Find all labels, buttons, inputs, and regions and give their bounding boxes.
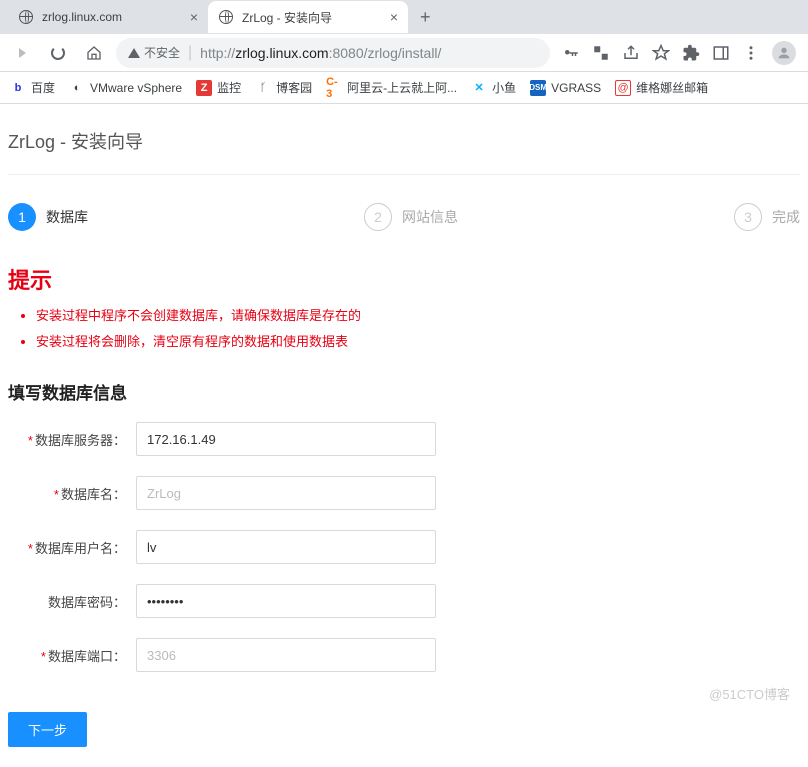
step-number: 2 bbox=[364, 203, 392, 231]
menu-icon[interactable] bbox=[742, 44, 760, 62]
security-label: 不安全 bbox=[144, 44, 180, 61]
form-row-dbname: *数据库名： bbox=[8, 476, 800, 510]
bookmarks-bar: b 百度 ◐ VMware vSphere Z 监控 ᚴ 博客园 C-3 阿里云… bbox=[0, 72, 808, 104]
profile-avatar[interactable] bbox=[772, 41, 796, 65]
fish-icon: ✕ bbox=[471, 80, 487, 96]
db-password-input[interactable] bbox=[136, 584, 436, 618]
install-steps: 1 数据库 2 网站信息 3 完成 bbox=[8, 175, 800, 255]
bookmark-vgrass[interactable]: DSM VGRASS bbox=[530, 80, 601, 96]
db-user-input[interactable] bbox=[136, 530, 436, 564]
reload-button[interactable] bbox=[44, 39, 72, 67]
tabs-bar: zrlog.linux.com × ZrLog - 安装向导 × + bbox=[0, 0, 808, 34]
step-label: 网站信息 bbox=[402, 207, 458, 227]
bookmark-mail[interactable]: @ 维格娜丝邮箱 bbox=[615, 79, 708, 96]
step-label: 完成 bbox=[772, 207, 800, 227]
tab-1[interactable]: zrlog.linux.com × bbox=[8, 1, 208, 33]
cnblog-icon: ᚴ bbox=[255, 80, 271, 96]
form-row-user: *数据库用户名： bbox=[8, 530, 800, 564]
mail-icon: @ bbox=[615, 80, 631, 96]
password-label: 数据库密码： bbox=[8, 592, 136, 611]
page-header: ZrLog - 安装向导 bbox=[8, 104, 800, 175]
db-name-input[interactable] bbox=[136, 476, 436, 510]
step-database: 1 数据库 bbox=[8, 203, 88, 231]
page-content: ZrLog - 安装向导 1 数据库 2 网站信息 3 完成 提示 安装过程中程… bbox=[0, 104, 808, 767]
toolbar-icons bbox=[558, 41, 800, 65]
close-icon[interactable]: × bbox=[390, 9, 398, 25]
form-title: 填写数据库信息 bbox=[8, 379, 800, 404]
form-row-port: *数据库端口： bbox=[8, 638, 800, 672]
hint-item: 安装过程中程序不会创建数据库，请确保数据库是存在的 bbox=[36, 303, 800, 329]
tab-2-active[interactable]: ZrLog - 安装向导 × bbox=[208, 1, 408, 33]
bookmark-fish[interactable]: ✕ 小鱼 bbox=[471, 79, 516, 96]
hint-title: 提示 bbox=[8, 263, 800, 295]
bookmark-vmware[interactable]: ◐ VMware vSphere bbox=[69, 80, 182, 96]
key-icon[interactable] bbox=[562, 44, 580, 62]
new-tab-button[interactable]: + bbox=[408, 7, 443, 28]
step-number: 1 bbox=[8, 203, 36, 231]
hint-item: 安装过程将会删除，清空原有程序的数据和使用数据表 bbox=[36, 329, 800, 355]
z-icon: Z bbox=[196, 80, 212, 96]
db-port-input[interactable] bbox=[136, 638, 436, 672]
form-row-server: *数据库服务器： bbox=[8, 422, 800, 456]
port-label: *数据库端口： bbox=[8, 646, 136, 665]
translate-icon[interactable] bbox=[592, 44, 610, 62]
tab-title-2: ZrLog - 安装向导 bbox=[242, 9, 384, 26]
dsm-icon: DSM bbox=[530, 80, 546, 96]
page-title: ZrLog - 安装向导 bbox=[8, 128, 800, 154]
bookmark-cnblogs[interactable]: ᚴ 博客园 bbox=[255, 79, 312, 96]
baidu-icon: b bbox=[10, 80, 26, 96]
user-label: *数据库用户名： bbox=[8, 538, 136, 557]
db-server-input[interactable] bbox=[136, 422, 436, 456]
globe-icon bbox=[18, 9, 34, 25]
hint-list: 安装过程中程序不会创建数据库，请确保数据库是存在的 安装过程将会删除，清空原有程… bbox=[8, 303, 800, 355]
forward-button[interactable] bbox=[8, 39, 36, 67]
step-finish: 3 完成 bbox=[734, 203, 800, 231]
bookmark-aliyun[interactable]: C-3 阿里云-上云就上阿... bbox=[326, 79, 457, 96]
globe-icon bbox=[218, 9, 234, 25]
addr-separator: | bbox=[188, 44, 192, 62]
extension-icon[interactable] bbox=[682, 44, 700, 62]
close-icon[interactable]: × bbox=[190, 9, 198, 25]
star-icon[interactable] bbox=[652, 44, 670, 62]
bookmark-monitor[interactable]: Z 监控 bbox=[196, 79, 241, 96]
step-label: 数据库 bbox=[46, 207, 88, 227]
security-badge[interactable]: 不安全 bbox=[128, 44, 180, 61]
form-row-password: 数据库密码： bbox=[8, 584, 800, 618]
step-number: 3 bbox=[734, 203, 762, 231]
browser-chrome: zrlog.linux.com × ZrLog - 安装向导 × + 不安全 |… bbox=[0, 0, 808, 104]
share-icon[interactable] bbox=[622, 44, 640, 62]
server-label: *数据库服务器： bbox=[8, 430, 136, 449]
url-text: http://zrlog.linux.com:8080/zrlog/instal… bbox=[200, 45, 441, 61]
address-bar[interactable]: 不安全 | http://zrlog.linux.com:8080/zrlog/… bbox=[116, 38, 550, 68]
bookmark-baidu[interactable]: b 百度 bbox=[10, 79, 55, 96]
side-panel-icon[interactable] bbox=[712, 44, 730, 62]
home-button[interactable] bbox=[80, 39, 108, 67]
next-button[interactable]: 下一步 bbox=[8, 712, 87, 747]
tab-title-1: zrlog.linux.com bbox=[42, 10, 184, 24]
step-siteinfo: 2 网站信息 bbox=[364, 203, 458, 231]
aliyun-icon: C-3 bbox=[326, 80, 342, 96]
home-icon bbox=[86, 45, 102, 61]
toolbar: 不安全 | http://zrlog.linux.com:8080/zrlog/… bbox=[0, 34, 808, 72]
dbname-label: *数据库名： bbox=[8, 484, 136, 503]
watermark: @51CTO博客 bbox=[709, 684, 790, 703]
vmware-icon: ◐ bbox=[69, 80, 85, 96]
warning-icon bbox=[128, 48, 140, 58]
